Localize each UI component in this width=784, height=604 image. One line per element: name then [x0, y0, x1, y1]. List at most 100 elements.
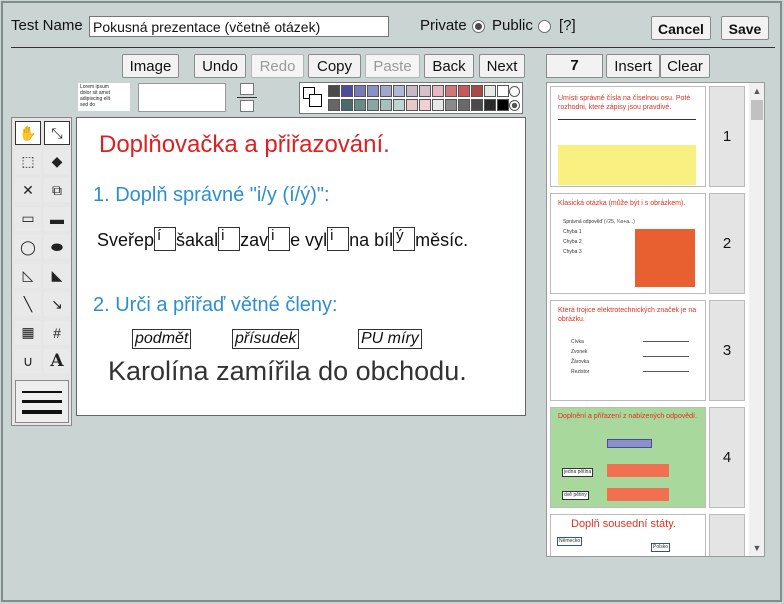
triangle-tool-icon[interactable]: ◺ — [15, 263, 41, 288]
line-tool-icon[interactable]: ╲ — [15, 292, 41, 316]
slide-number-1[interactable]: 1 — [709, 86, 745, 187]
public-radio[interactable] — [538, 20, 551, 33]
back-button[interactable]: Back — [424, 54, 474, 78]
color-swatch[interactable] — [380, 85, 392, 97]
draggable-label-predicate[interactable]: přísudek — [232, 329, 300, 349]
color-swatch[interactable] — [354, 99, 366, 111]
insert-slide-button[interactable]: Insert — [606, 54, 660, 78]
filled-ellipse-tool-icon[interactable]: ⬬ — [44, 235, 70, 259]
text-tool-icon[interactable]: A — [44, 349, 70, 373]
color-swatch[interactable] — [484, 99, 496, 111]
filled-rectangle-tool-icon[interactable]: ▬ — [44, 206, 70, 231]
color-swatch[interactable] — [419, 99, 431, 111]
color-swatch[interactable] — [432, 99, 444, 111]
palette-mode-radio[interactable] — [509, 100, 520, 111]
slide-number-3[interactable]: 3 — [709, 300, 745, 401]
fill-in-blank[interactable]: i — [327, 227, 350, 251]
text-preview-box[interactable] — [138, 83, 226, 112]
color-swatch[interactable] — [484, 85, 496, 97]
slide-number-2[interactable]: 2 — [709, 193, 745, 294]
draggable-label-subject[interactable]: podmět — [132, 329, 192, 349]
color-swatch[interactable] — [471, 99, 483, 111]
image-button[interactable]: Image — [122, 54, 179, 78]
thumb-4-bar — [607, 488, 669, 501]
fg-bg-color-icon[interactable] — [303, 87, 323, 109]
duplicate-tool-icon[interactable]: ⧉ — [44, 178, 70, 202]
line-width-selector[interactable] — [15, 380, 69, 423]
delete-tool-icon[interactable]: ✕ — [15, 178, 41, 202]
test-name-input[interactable] — [89, 16, 389, 37]
slide-number-5[interactable]: 5 — [709, 514, 745, 556]
redo-button[interactable]: Redo — [251, 54, 304, 78]
sentence-text: měsíc. — [415, 230, 469, 250]
color-swatch[interactable] — [393, 99, 405, 111]
slide-thumbnail-5[interactable]: Doplň sousední státy. Německo Polsko — [550, 514, 706, 556]
fraction-tool[interactable] — [237, 83, 257, 113]
slide-canvas[interactable]: Doplňovačka a přiřazování. 1. Doplň sprá… — [76, 117, 526, 416]
copy-button[interactable]: Copy — [308, 54, 361, 78]
color-swatch[interactable] — [367, 99, 379, 111]
slide-thumbnail-4[interactable]: Doplnění a přiřazení z nabízených odpově… — [550, 407, 706, 508]
color-swatch[interactable] — [328, 85, 340, 97]
symbol-line — [643, 371, 689, 372]
slide-thumbnail-2[interactable]: Klasická otázka (může být i s obrázkem).… — [550, 193, 706, 294]
color-swatch[interactable] — [445, 99, 457, 111]
paste-button[interactable]: Paste — [365, 54, 420, 78]
scrollbar-thumb[interactable] — [751, 100, 763, 120]
draggable-label-adverbial[interactable]: PU míry — [358, 329, 422, 349]
cancel-button[interactable]: Cancel — [651, 16, 711, 40]
color-swatch[interactable] — [354, 85, 366, 97]
color-swatch[interactable] — [341, 85, 353, 97]
next-button[interactable]: Next — [479, 54, 525, 78]
question-1: 1. Doplň správné "i/y (í/ý)": — [93, 184, 330, 206]
fill-in-blank[interactable]: ý — [393, 227, 416, 251]
color-swatch[interactable] — [458, 99, 470, 111]
scroll-down-icon[interactable]: ▼ — [749, 540, 764, 556]
grid-tool-icon[interactable]: # — [44, 320, 70, 345]
color-swatch[interactable] — [497, 85, 509, 97]
undo-button[interactable]: Undo — [194, 54, 246, 78]
color-swatch[interactable] — [328, 99, 340, 111]
palette-mode-radio[interactable] — [509, 86, 520, 97]
table-tool-icon[interactable]: ▦ — [15, 320, 41, 345]
thumbnails-scrollbar[interactable]: ▲ ▼ — [749, 83, 764, 556]
color-swatch[interactable] — [367, 85, 379, 97]
help-link[interactable]: [?] — [559, 17, 576, 34]
color-swatch[interactable] — [380, 99, 392, 111]
rectangle-tool-icon[interactable]: ▭ — [15, 206, 41, 231]
color-swatch[interactable] — [341, 99, 353, 111]
fill-in-blank[interactable]: í — [154, 227, 177, 251]
slide-thumbnail-3[interactable]: Která trojice elektrotechnických značek … — [550, 300, 706, 401]
thumb-1-title: Umísti správně čísla na číselnou osu. Po… — [558, 95, 691, 111]
sentence-text: e vyl — [290, 230, 328, 250]
color-swatch[interactable] — [406, 99, 418, 111]
save-button[interactable]: Save — [721, 16, 769, 40]
resize-tool-icon[interactable]: ⤡ — [44, 121, 70, 145]
color-swatch[interactable] — [419, 85, 431, 97]
filled-triangle-tool-icon[interactable]: ◣ — [44, 263, 70, 288]
color-swatch[interactable] — [497, 99, 509, 111]
clear-button[interactable]: Clear — [660, 54, 710, 78]
union-tool-icon[interactable]: ∪ — [15, 349, 41, 373]
slide-thumbnail-1[interactable]: Umísti správně čísla na číselnou osu. Po… — [550, 86, 706, 187]
scroll-up-icon[interactable]: ▲ — [749, 83, 764, 99]
color-swatch[interactable] — [432, 85, 444, 97]
select-tool-icon[interactable]: ⬚ — [15, 149, 41, 174]
sentence-text: zav — [240, 230, 269, 250]
color-swatch[interactable] — [458, 85, 470, 97]
header-divider — [11, 47, 775, 48]
color-swatch[interactable] — [471, 85, 483, 97]
fill-tool-icon[interactable]: ◆ — [44, 149, 70, 174]
ellipse-tool-icon[interactable]: ◯ — [15, 235, 41, 259]
hand-tool-icon[interactable]: ✋ — [15, 121, 41, 145]
fill-in-blank[interactable]: i — [218, 227, 241, 251]
fill-in-blank[interactable]: i — [268, 227, 291, 251]
arrow-tool-icon[interactable]: ↘ — [44, 292, 70, 316]
private-radio[interactable] — [472, 20, 485, 33]
font-selector[interactable]: Lorem ipsum dolor sit amet adipiscing el… — [78, 83, 130, 111]
thick-line-icon — [22, 410, 62, 414]
color-swatch[interactable] — [393, 85, 405, 97]
color-swatch[interactable] — [445, 85, 457, 97]
slide-number-4[interactable]: 4 — [709, 407, 745, 508]
color-swatch[interactable] — [406, 85, 418, 97]
